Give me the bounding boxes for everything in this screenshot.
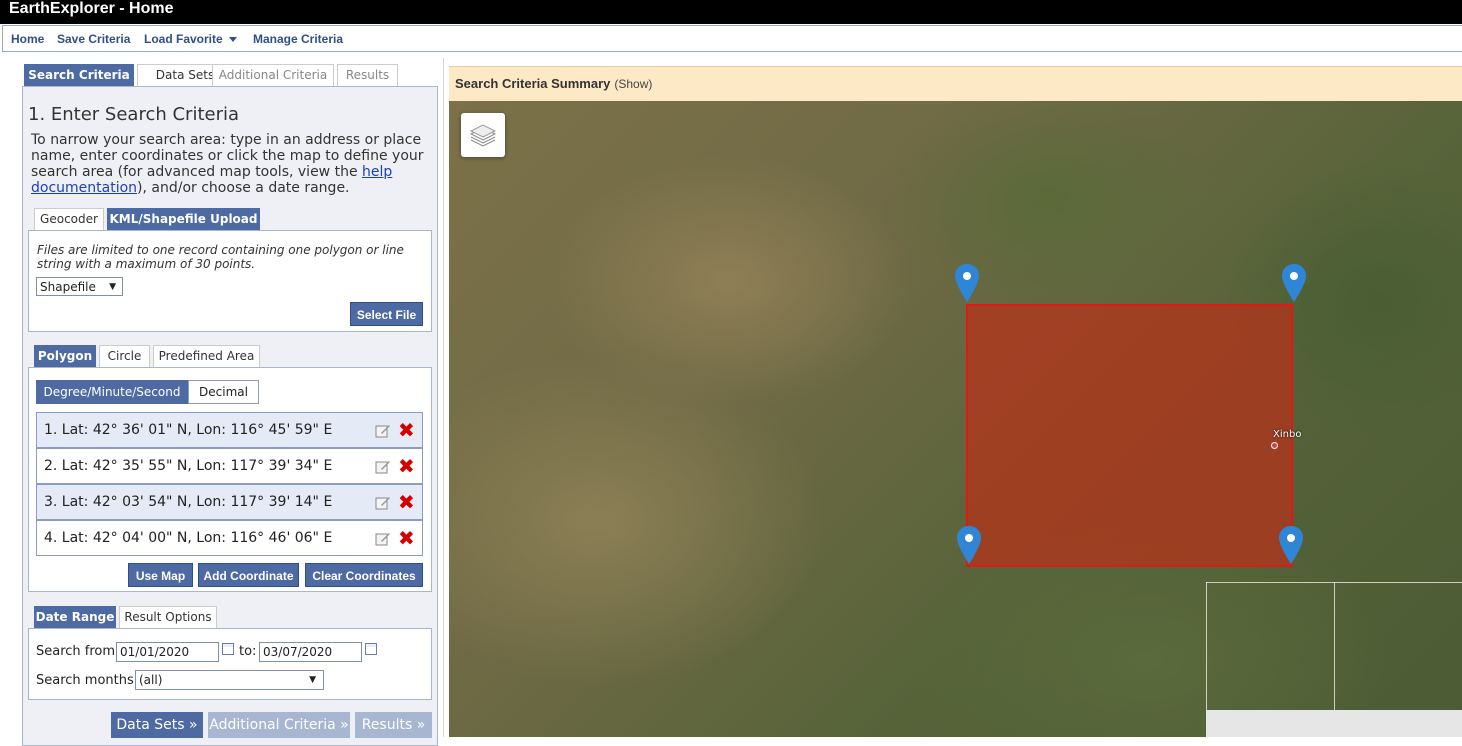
intro-text: To narrow your search area: type in an a… bbox=[31, 132, 426, 196]
add-coordinate-button[interactable]: Add Coordinate bbox=[198, 563, 299, 587]
map-pin-icon[interactable] bbox=[957, 526, 981, 564]
coordinate-text: 1. Lat: 42° 36' 01" N, Lon: 116° 45' 59"… bbox=[44, 422, 333, 438]
tab-additional-criteria[interactable]: Additional Criteria bbox=[212, 64, 334, 86]
delete-icon[interactable]: ✖ bbox=[398, 413, 415, 447]
delete-icon[interactable]: ✖ bbox=[398, 521, 415, 555]
map-tile-placeholder bbox=[1206, 710, 1462, 737]
tab-degree-minute-second[interactable]: Degree/Minute/Second bbox=[36, 380, 188, 404]
clear-coordinates-button[interactable]: Clear Coordinates bbox=[305, 563, 423, 587]
tab-circle[interactable]: Circle bbox=[99, 345, 150, 367]
tab-predefined-area[interactable]: Predefined Area bbox=[153, 345, 260, 367]
tab-results[interactable]: Results bbox=[337, 64, 398, 86]
dropdown-arrow-icon: ▼ bbox=[309, 675, 316, 685]
coordinate-text: 3. Lat: 42° 03' 54" N, Lon: 117° 39' 14"… bbox=[44, 494, 333, 510]
dropdown-arrow-icon: ▼ bbox=[109, 282, 116, 292]
map-view[interactable]: Xinbo bbox=[449, 101, 1462, 737]
date-to-input[interactable]: 03/07/2020 bbox=[259, 642, 362, 662]
search-months-select[interactable]: (all) ▼ bbox=[135, 670, 324, 690]
calendar-icon[interactable] bbox=[365, 643, 377, 655]
upload-note: Files are limited to one record containi… bbox=[37, 243, 404, 271]
search-months-label: Search months: bbox=[36, 673, 139, 688]
map-tile-boundary bbox=[1334, 582, 1335, 710]
section-heading: 1. Enter Search Criteria bbox=[28, 104, 240, 125]
coordinate-row[interactable]: 1. Lat: 42° 36' 01" N, Lon: 116° 45' 59"… bbox=[36, 412, 423, 448]
search-from-label: Search from: bbox=[36, 644, 120, 659]
tab-polygon[interactable]: Polygon bbox=[34, 345, 96, 367]
menu-save-criteria[interactable]: Save Criteria bbox=[57, 32, 130, 46]
use-map-button[interactable]: Use Map bbox=[128, 563, 193, 587]
data-sets-nav-button[interactable]: Data Sets » bbox=[111, 712, 203, 738]
tab-result-options[interactable]: Result Options bbox=[119, 606, 217, 628]
to-label: to: bbox=[239, 644, 257, 659]
file-type-value: Shapefile bbox=[40, 280, 96, 294]
summary-show-toggle[interactable]: (Show) bbox=[614, 77, 652, 91]
results-nav-button[interactable]: Results » bbox=[355, 712, 432, 738]
additional-criteria-nav-button[interactable]: Additional Criteria » bbox=[208, 712, 350, 738]
map-pin-icon[interactable] bbox=[955, 264, 979, 302]
tab-search-criteria[interactable]: Search Criteria bbox=[24, 64, 134, 86]
map-pin-icon[interactable] bbox=[1282, 264, 1306, 302]
coordinate-text: 4. Lat: 42° 04' 00" N, Lon: 116° 46' 06"… bbox=[44, 530, 333, 546]
menu-load-favorite-label: Load Favorite bbox=[144, 32, 223, 46]
search-months-value: (all) bbox=[139, 673, 163, 687]
search-criteria-summary: Search Criteria Summary (Show) bbox=[449, 66, 1462, 101]
window-title: EarthExplorer - Home bbox=[9, 0, 174, 17]
tab-decimal[interactable]: Decimal bbox=[188, 380, 259, 404]
search-area-polygon[interactable] bbox=[966, 304, 1293, 567]
date-from-input[interactable]: 01/01/2020 bbox=[116, 642, 219, 662]
chevron-down-icon bbox=[228, 37, 237, 43]
title-bar: EarthExplorer - Home bbox=[0, 0, 1462, 24]
coordinate-row[interactable]: 3. Lat: 42° 03' 54" N, Lon: 117° 39' 14"… bbox=[36, 484, 423, 520]
coordinate-text: 2. Lat: 42° 35' 55" N, Lon: 117° 39' 34"… bbox=[44, 458, 333, 474]
map-tile-boundary bbox=[1206, 582, 1207, 710]
edit-icon[interactable] bbox=[375, 495, 391, 510]
map-pin-icon[interactable] bbox=[1279, 526, 1303, 564]
panel-divider bbox=[443, 58, 444, 737]
tab-date-range[interactable]: Date Range bbox=[34, 606, 116, 628]
menu-bar: Home Save Criteria Load Favorite Manage … bbox=[2, 25, 1462, 52]
menu-manage-criteria[interactable]: Manage Criteria bbox=[253, 32, 343, 46]
coordinate-row[interactable]: 4. Lat: 42° 04' 00" N, Lon: 116° 46' 06"… bbox=[36, 520, 423, 556]
file-type-select[interactable]: Shapefile ▼ bbox=[36, 277, 123, 296]
summary-title: Search Criteria Summary (Show) bbox=[455, 76, 652, 91]
tab-geocoder[interactable]: Geocoder bbox=[34, 208, 104, 230]
place-marker-icon bbox=[1271, 442, 1278, 449]
layers-icon bbox=[469, 124, 497, 147]
edit-icon[interactable] bbox=[375, 459, 391, 474]
menu-home[interactable]: Home bbox=[11, 32, 44, 46]
delete-icon[interactable]: ✖ bbox=[398, 449, 415, 483]
calendar-icon[interactable] bbox=[222, 643, 234, 655]
tab-kml-shapefile-upload[interactable]: KML/Shapefile Upload bbox=[107, 208, 260, 230]
select-file-button[interactable]: Select File bbox=[350, 302, 423, 326]
summary-title-text: Search Criteria Summary bbox=[455, 76, 611, 91]
layers-button[interactable] bbox=[461, 113, 505, 157]
edit-icon[interactable] bbox=[375, 531, 391, 546]
menu-load-favorite[interactable]: Load Favorite bbox=[144, 32, 237, 46]
coordinate-row[interactable]: 2. Lat: 42° 35' 55" N, Lon: 117° 39' 34"… bbox=[36, 448, 423, 484]
delete-icon[interactable]: ✖ bbox=[398, 485, 415, 519]
edit-icon[interactable] bbox=[375, 423, 391, 438]
map-place-label: Xinbo bbox=[1273, 429, 1302, 440]
intro-text-post: ), and/or choose a date range. bbox=[137, 180, 350, 196]
